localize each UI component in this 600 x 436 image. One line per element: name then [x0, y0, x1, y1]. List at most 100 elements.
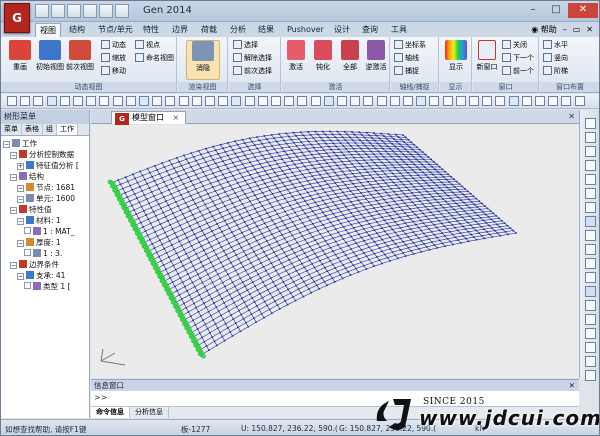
tab-property[interactable]: 特性	[139, 23, 163, 37]
tree-expand-icon[interactable]: −	[10, 262, 17, 269]
model-viewport[interactable]	[91, 125, 579, 378]
tab-design[interactable]: 设计	[330, 23, 354, 37]
zoom-button[interactable]: 缩放	[101, 53, 126, 64]
toolbar-tool-icon[interactable]	[429, 96, 440, 106]
new-window-button[interactable]: 新窗口	[473, 40, 501, 72]
support-markers[interactable]	[107, 179, 206, 359]
info-window-close-icon[interactable]: ✕	[569, 380, 575, 391]
tree-node[interactable]: 1 : MAT_	[1, 226, 89, 237]
toolbar-tool-icon[interactable]	[20, 96, 31, 106]
toolbar-tool-icon[interactable]	[403, 96, 413, 106]
toolbar-tool-icon[interactable]	[257, 96, 268, 106]
toolbar-tool-icon[interactable]	[310, 96, 321, 106]
toolbar-tool-icon[interactable]	[218, 96, 229, 106]
toolbar-tool-icon[interactable]	[112, 96, 123, 106]
select-button[interactable]: 选择	[233, 40, 258, 51]
tile-vertical-button[interactable]: 竖向	[543, 53, 568, 64]
initial-view-button[interactable]: 初始视图	[33, 40, 67, 72]
tab-pushover[interactable]: Pushover	[283, 23, 328, 37]
new-file-icon[interactable]	[35, 4, 49, 18]
toolbar-tool-icon[interactable]	[178, 96, 189, 106]
tree-expand-icon[interactable]: −	[3, 141, 10, 148]
toolbar-tool-icon[interactable]	[191, 96, 202, 106]
tree-node[interactable]: − 厚度: 1	[1, 237, 89, 248]
dropdown-icon[interactable]	[115, 4, 129, 18]
help-button[interactable]: ◉ 帮助	[531, 23, 557, 36]
inverse-activate-button[interactable]: 逆激活	[362, 40, 390, 72]
pan-button[interactable]: 移动	[101, 66, 126, 77]
tree-tab-menu[interactable]: 菜单	[1, 124, 22, 135]
toolbar-tool-icon[interactable]	[442, 96, 453, 106]
view-tool-icon[interactable]	[585, 342, 596, 353]
tree-expand-icon[interactable]: −	[17, 196, 24, 203]
view-tool-icon[interactable]	[585, 188, 596, 199]
model-window-tab[interactable]: G 模型窗口 ×	[111, 111, 187, 125]
tile-horizontal-button[interactable]: 水平	[543, 40, 568, 51]
activate-all-button[interactable]: 全部	[336, 40, 364, 72]
toolbar-tool-icon[interactable]	[482, 96, 493, 106]
toolbar-tool-icon[interactable]	[7, 96, 17, 106]
tree-node[interactable]: 类型 1 [	[1, 281, 89, 292]
tree-tab-work[interactable]: 工作	[57, 124, 78, 135]
view-tool-icon[interactable]	[585, 272, 596, 283]
redraw-button[interactable]: 重画	[3, 40, 37, 72]
toolbar-tool-icon[interactable]	[521, 96, 532, 106]
view-tool-icon[interactable]	[585, 370, 596, 381]
app-logo-icon[interactable]: G	[4, 3, 30, 33]
tab-tools[interactable]: 工具	[387, 23, 411, 37]
command-prompt[interactable]: >>	[91, 391, 579, 407]
toolbar-tool-icon[interactable]	[46, 96, 57, 106]
ribbon-restore-icon[interactable]: ▭	[573, 23, 581, 36]
tab-analysis[interactable]: 分析	[226, 23, 250, 37]
tree-node[interactable]: − 支承: 41	[1, 270, 89, 281]
tree-expand-icon[interactable]: −	[10, 174, 17, 181]
tree-expand-icon[interactable]	[24, 249, 31, 256]
close-window-button[interactable]: 关闭	[502, 40, 527, 51]
tree-expand-icon[interactable]	[24, 282, 31, 289]
tab-command-messages[interactable]: 命令信息	[91, 407, 130, 418]
tab-close-icon[interactable]: ✕	[568, 112, 575, 121]
toolbar-tool-icon[interactable]	[165, 96, 176, 106]
named-view-button[interactable]: 命名视图	[135, 53, 174, 64]
view-tool-icon[interactable]	[585, 146, 596, 157]
tree-node[interactable]: + 特征值分析 [	[1, 160, 89, 171]
toolbar-tool-icon[interactable]	[363, 96, 374, 106]
tree-expand-icon[interactable]: −	[10, 207, 17, 214]
tree-expand-icon[interactable]: −	[17, 185, 24, 192]
hidden-line-button[interactable]: 消隐	[186, 40, 220, 80]
tree-tab-table[interactable]: 表格	[22, 124, 43, 135]
tree-expand-icon[interactable]: +	[17, 163, 24, 170]
view-tool-icon[interactable]	[585, 174, 596, 185]
next-window-button[interactable]: 下一个	[502, 53, 534, 64]
previous-window-button[interactable]: 前一个	[502, 66, 534, 77]
tree-expand-icon[interactable]: −	[10, 152, 17, 159]
previous-select-button[interactable]: 前次选择	[233, 66, 272, 77]
toolbar-tool-icon[interactable]	[152, 96, 163, 106]
tab-boundary[interactable]: 边界	[168, 23, 192, 37]
toolbar-tool-icon[interactable]	[244, 96, 255, 106]
toolbar-tool-icon[interactable]	[59, 96, 70, 106]
tab-structure[interactable]: 结构	[65, 23, 89, 37]
ribbon-minimize-icon[interactable]: –	[563, 23, 567, 36]
tree-node[interactable]: − 特性值	[1, 204, 89, 215]
toolbar-tool-icon[interactable]	[508, 96, 519, 106]
tree-node[interactable]: 1 : 3.	[1, 248, 89, 259]
toolbar-tool-icon[interactable]	[271, 96, 281, 106]
view-tool-icon[interactable]	[585, 132, 596, 143]
toolbar-tool-icon[interactable]	[205, 96, 215, 106]
toolbar-tool-icon[interactable]	[455, 96, 466, 106]
toolbar-tool-icon[interactable]	[561, 96, 572, 106]
cascade-button[interactable]: 阶梯	[543, 66, 568, 77]
tab-view[interactable]: 视图	[35, 23, 61, 37]
view-tool-icon[interactable]	[585, 202, 596, 213]
toolbar-tool-icon[interactable]	[389, 96, 400, 106]
view-tool-icon[interactable]	[585, 216, 596, 227]
toolbar-tool-icon[interactable]	[284, 96, 295, 106]
toolbar-tool-icon[interactable]	[73, 96, 83, 106]
open-file-icon[interactable]	[51, 4, 65, 18]
tree-node[interactable]: − 单元: 1600	[1, 193, 89, 204]
redo-icon[interactable]	[99, 4, 113, 18]
model-window-close-icon[interactable]: ×	[173, 113, 180, 122]
view-tool-icon[interactable]	[585, 356, 596, 367]
toolbar-tool-icon[interactable]	[33, 96, 44, 106]
